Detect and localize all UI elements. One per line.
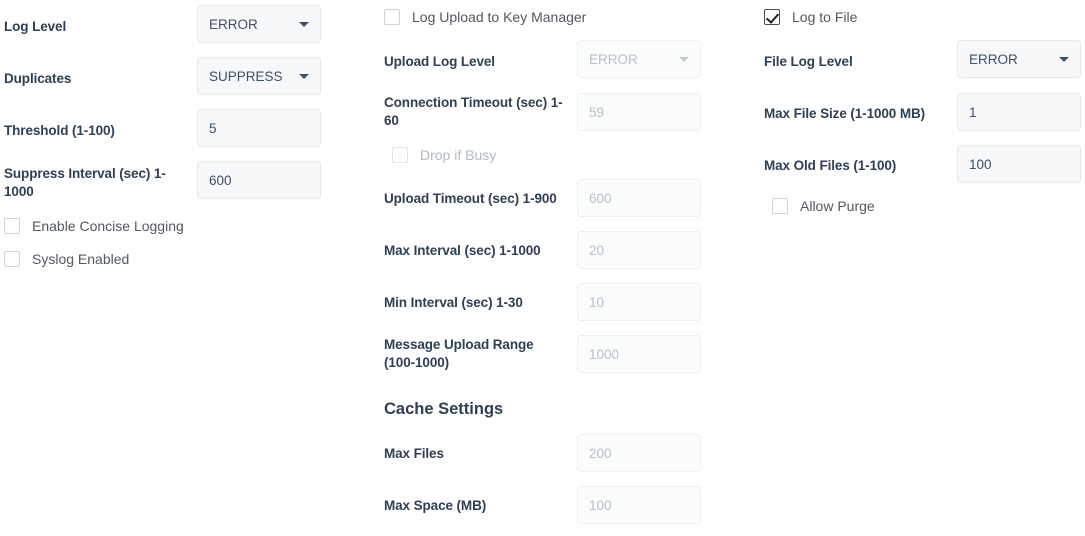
chevron-down-icon <box>1059 57 1069 62</box>
max-old-files-input[interactable]: 100 <box>957 145 1081 183</box>
max-files-input[interactable]: 200 <box>577 434 701 472</box>
log-level-select[interactable]: ERROR <box>197 5 321 43</box>
max-space-input[interactable]: 100 <box>577 486 701 524</box>
upload-log-level-select[interactable]: ERROR <box>577 40 701 78</box>
upload-timeout-input[interactable]: 600 <box>577 179 701 217</box>
file-log-level-label: File Log Level <box>764 53 954 71</box>
message-upload-range-input[interactable]: 1000 <box>577 335 701 373</box>
connection-timeout-label: Connection Timeout (sec) 1-60 <box>384 94 564 130</box>
middle-settings-column: Log Upload to Key Manager Upload Log Lev… <box>384 0 714 536</box>
file-log-level-select[interactable]: ERROR <box>957 40 1081 78</box>
message-upload-range-label: Message Upload Range (100-1000) <box>384 336 564 372</box>
log-to-file-label: Log to File <box>792 9 857 25</box>
enable-concise-logging-checkbox[interactable] <box>4 218 20 234</box>
syslog-enabled-checkbox-row[interactable]: Syslog Enabled <box>4 251 129 267</box>
log-upload-to-key-manager-label: Log Upload to Key Manager <box>412 9 586 25</box>
log-upload-to-key-manager-checkbox[interactable] <box>384 9 400 25</box>
allow-purge-label: Allow Purge <box>800 198 875 214</box>
max-file-size-input[interactable]: 1 <box>957 93 1081 131</box>
min-interval-input[interactable]: 10 <box>577 283 701 321</box>
enable-concise-logging-label: Enable Concise Logging <box>32 218 184 234</box>
threshold-label: Threshold (1-100) <box>4 122 194 140</box>
log-level-label: Log Level <box>4 18 194 36</box>
max-old-files-label: Max Old Files (1-100) <box>764 157 954 175</box>
suppress-interval-input[interactable]: 600 <box>197 161 321 199</box>
right-settings-column: Log to File File Log Level ERROR Max Fil… <box>764 0 1082 536</box>
chevron-down-icon <box>679 57 689 62</box>
drop-if-busy-checkbox[interactable] <box>392 147 408 163</box>
syslog-enabled-checkbox[interactable] <box>4 251 20 267</box>
drop-if-busy-label: Drop if Busy <box>420 147 496 163</box>
upload-log-level-label: Upload Log Level <box>384 53 569 71</box>
connection-timeout-input[interactable]: 59 <box>577 93 701 131</box>
syslog-enabled-label: Syslog Enabled <box>32 251 129 267</box>
duplicates-select[interactable]: SUPPRESS <box>197 57 321 95</box>
enable-concise-logging-checkbox-row[interactable]: Enable Concise Logging <box>4 218 184 234</box>
threshold-input[interactable]: 5 <box>197 109 321 147</box>
max-files-label: Max Files <box>384 445 569 463</box>
max-space-label: Max Space (MB) <box>384 497 569 515</box>
max-interval-label: Max Interval (sec) 1-1000 <box>384 242 569 260</box>
left-settings-column: Log Level ERROR Duplicates SUPPRESS Thre… <box>4 0 334 536</box>
log-upload-to-key-manager-checkbox-row[interactable]: Log Upload to Key Manager <box>384 9 586 25</box>
cache-settings-heading: Cache Settings <box>384 400 503 419</box>
allow-purge-checkbox-row[interactable]: Allow Purge <box>772 198 875 214</box>
drop-if-busy-checkbox-row[interactable]: Drop if Busy <box>392 147 496 163</box>
suppress-interval-label: Suppress Interval (sec) 1-1000 <box>4 165 179 201</box>
upload-timeout-label: Upload Timeout (sec) 1-900 <box>384 190 569 208</box>
log-to-file-checkbox-row[interactable]: Log to File <box>764 9 857 25</box>
log-to-file-checkbox[interactable] <box>764 9 780 25</box>
duplicates-label: Duplicates <box>4 70 194 88</box>
max-file-size-label: Max File Size (1-1000 MB) <box>764 105 954 123</box>
logging-settings-panel: Log Level ERROR Duplicates SUPPRESS Thre… <box>0 0 1085 536</box>
allow-purge-checkbox[interactable] <box>772 198 788 214</box>
chevron-down-icon <box>299 22 309 27</box>
max-interval-input[interactable]: 20 <box>577 231 701 269</box>
min-interval-label: Min Interval (sec) 1-30 <box>384 294 569 312</box>
chevron-down-icon <box>299 74 309 79</box>
